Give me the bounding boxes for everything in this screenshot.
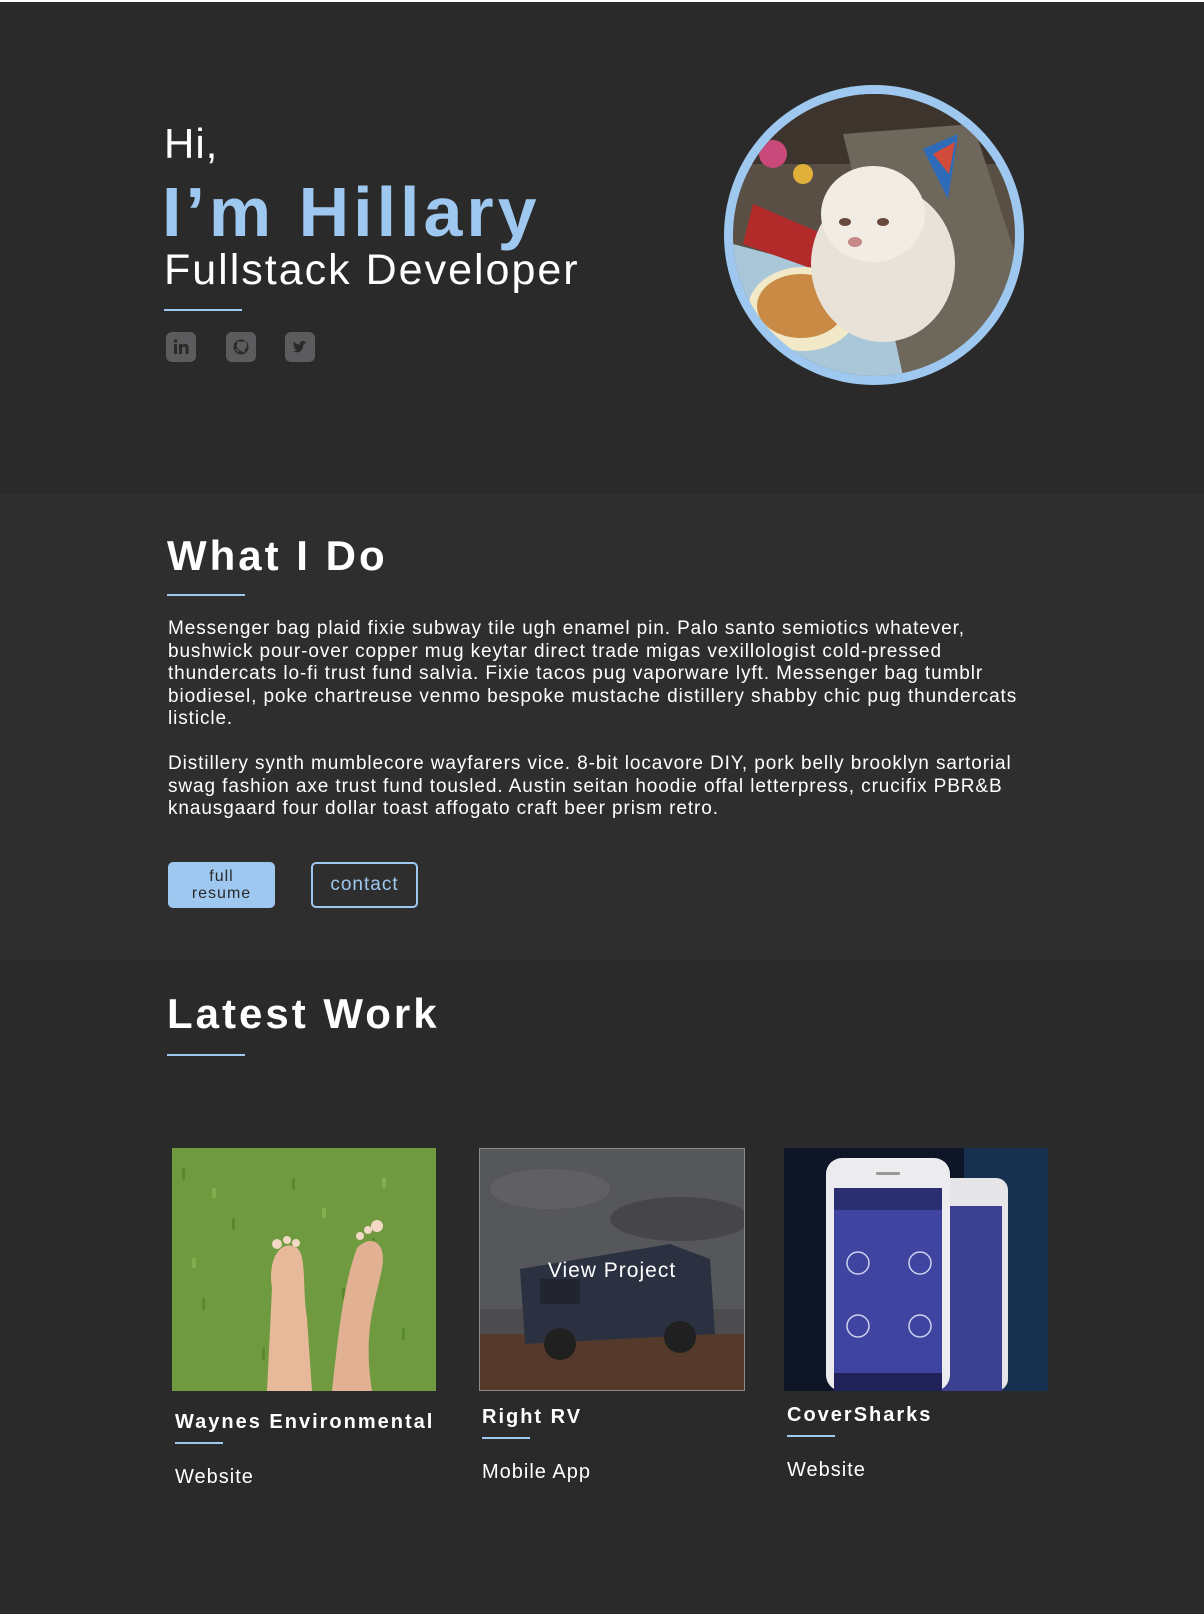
about-paragraph-2: Distillery synth mumblecore wayfarers vi…	[168, 753, 1012, 819]
project-title[interactable]: Waynes Environmental	[175, 1411, 434, 1434]
project-card[interactable]: Waynes Environmental Website	[172, 1148, 436, 1508]
contact-button[interactable]: contact	[311, 862, 418, 908]
hero-role: Fullstack Developer	[164, 246, 580, 294]
resume-label-line2: resume	[191, 885, 252, 902]
dog-in-party-hat-photo	[733, 94, 1015, 376]
hero-section: Hi, I’m Hillary Fullstack Developer	[0, 2, 1204, 494]
view-project-label[interactable]: View Project	[480, 1259, 744, 1283]
github-icon[interactable]	[226, 332, 256, 362]
greeting: Hi,	[164, 120, 219, 167]
full-resume-button[interactable]: full resume	[168, 862, 275, 908]
section-heading-latest-work: Latest Work	[167, 990, 440, 1037]
hero-divider	[164, 309, 242, 311]
phone-app-thumbnail[interactable]	[784, 1148, 1048, 1391]
project-divider	[482, 1437, 530, 1439]
hero-name: I’m Hillary	[162, 173, 541, 251]
van-thumbnail[interactable]: View Project	[479, 1148, 745, 1391]
project-type: Mobile App	[482, 1461, 591, 1483]
section-heading-what-i-do: What I Do	[167, 532, 388, 579]
what-i-do-section: What I Do Messenger bag plaid fixie subw…	[0, 494, 1204, 960]
section-divider	[167, 1054, 245, 1056]
linkedin-icon[interactable]	[166, 332, 196, 362]
project-type: Website	[175, 1466, 254, 1488]
project-title[interactable]: Right RV	[482, 1406, 582, 1429]
latest-work-section: Latest Work Waynes Environmental Website	[0, 960, 1204, 1614]
project-title[interactable]: CoverSharks	[787, 1404, 932, 1427]
profile-portrait	[724, 85, 1024, 385]
resume-label-line1: full	[209, 868, 234, 885]
about-paragraph-1: Messenger bag plaid fixie subway tile ug…	[168, 618, 1018, 729]
project-card[interactable]: CoverSharks Website	[784, 1148, 1048, 1508]
project-divider	[787, 1435, 835, 1437]
project-type: Website	[787, 1459, 866, 1481]
twitter-icon[interactable]	[285, 332, 315, 362]
grass-feet-thumbnail[interactable]	[172, 1148, 436, 1391]
project-divider	[175, 1442, 223, 1444]
project-card[interactable]: View Project Right RV Mobile App	[479, 1148, 745, 1508]
section-divider	[167, 594, 245, 596]
